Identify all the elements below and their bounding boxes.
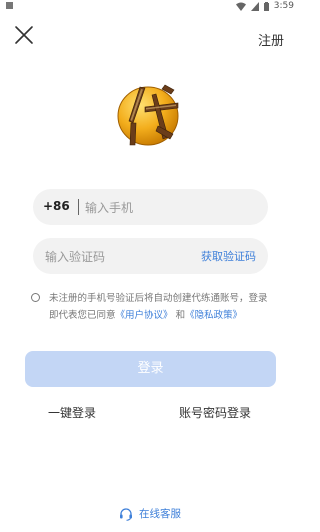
register-button[interactable]: 注册 (258, 30, 284, 49)
privacy-policy-link[interactable]: 《隐私政策》 (185, 310, 242, 321)
clock-time: 3:59 (273, 1, 294, 11)
battery-icon (263, 1, 269, 11)
country-code[interactable]: +86 (43, 199, 70, 213)
signal-icon (250, 1, 259, 11)
close-button[interactable] (14, 25, 34, 45)
notification-icon (6, 2, 13, 9)
headset-icon (120, 507, 132, 521)
online-service-button[interactable]: 在线客服 (0, 506, 300, 524)
status-bar: 3:59 (0, 0, 300, 14)
status-notifications (6, 2, 13, 9)
wifi-icon (235, 2, 246, 11)
agreement-and: 和 (175, 310, 186, 321)
text-caret (78, 199, 79, 215)
app-logo (114, 79, 186, 151)
close-icon (15, 26, 33, 44)
account-password-login-button[interactable]: 账号密码登录 (179, 404, 251, 421)
verification-code-input[interactable] (43, 238, 197, 276)
get-code-button[interactable]: 获取验证码 (201, 248, 256, 264)
one-click-login-button[interactable]: 一键登录 (48, 404, 96, 421)
user-agreement-link[interactable]: 《用户协议》 (116, 310, 173, 321)
status-indicators: 3:59 (235, 1, 294, 11)
agree-checkbox[interactable] (31, 293, 40, 302)
login-button[interactable]: 登录 (25, 351, 276, 387)
online-service-label: 在线客服 (139, 508, 181, 520)
agreement-section: 未注册的手机号验证后将自动创建代练通账号，登录即代表您已同意《用户协议》 和《隐… (31, 290, 271, 324)
phone-input[interactable] (83, 189, 257, 227)
phone-input-group: +86 (33, 189, 268, 227)
code-input-group: 获取验证码 (33, 238, 268, 276)
agreement-text: 未注册的手机号验证后将自动创建代练通账号，登录即代表您已同意《用户协议》 和《隐… (31, 290, 271, 324)
logo-emblem-icon (117, 84, 179, 146)
